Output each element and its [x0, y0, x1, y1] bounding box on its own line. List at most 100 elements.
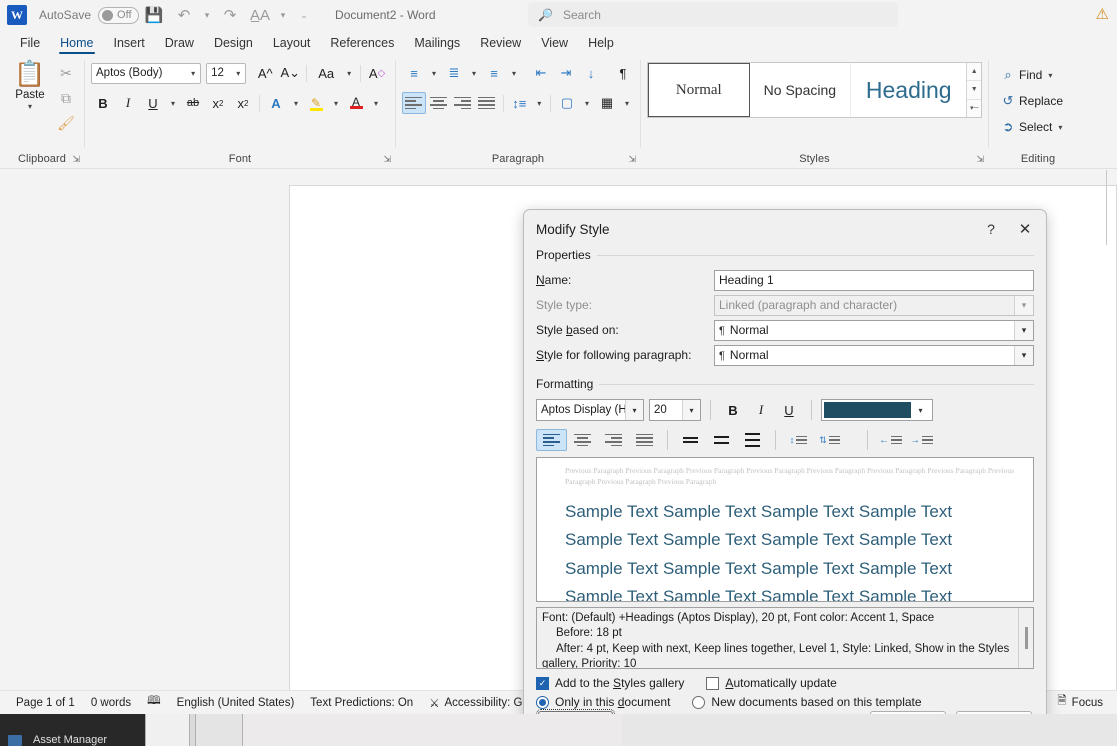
chevron-down-icon[interactable]: ▾ — [507, 62, 521, 85]
tab-home[interactable]: Home — [50, 36, 103, 54]
close-icon[interactable]: ✕ — [1008, 214, 1042, 244]
tab-insert[interactable]: Insert — [104, 36, 155, 54]
paste-button[interactable]: 📋 Paste ▾ — [6, 58, 54, 134]
background-window-c[interactable] — [195, 714, 242, 746]
description-scrollbar[interactable] — [1018, 608, 1033, 668]
dialog-font-color-control[interactable]: ▾ — [821, 399, 933, 421]
font-size-combo[interactable]: 12 ▾ — [206, 62, 247, 84]
align-left-icon[interactable] — [402, 92, 426, 114]
style-following-select[interactable]: ¶ Normal — [714, 344, 1034, 366]
background-window-asset-manager[interactable]: Asset Manager — [0, 714, 145, 746]
dialog-justify-icon[interactable] — [629, 429, 660, 451]
clear-formatting-icon[interactable]: A ◇ — [365, 62, 389, 85]
status-accessibility[interactable]: ⚔ Accessibility: Go — [429, 696, 529, 710]
tab-view[interactable]: View — [531, 36, 578, 54]
chevron-down-icon[interactable]: ▾ — [289, 92, 303, 115]
text-highlight-color-icon[interactable]: ✎ — [304, 92, 328, 115]
styles-scroll-up-button[interactable]: ▲ — [967, 63, 982, 82]
select-button[interactable]: ➲ Select ▾ — [995, 114, 1081, 140]
clipboard-dialog-launcher[interactable]: ⇲ — [72, 154, 80, 165]
italic-button[interactable]: I — [116, 92, 140, 115]
style-name-input[interactable]: Heading 1 — [714, 269, 1034, 291]
find-button[interactable]: ⌕ Find ▾ — [995, 62, 1081, 88]
dialog-increase-indent-icon[interactable]: → — [906, 429, 937, 451]
dialog-italic-button[interactable]: I — [748, 399, 774, 421]
undo-icon[interactable]: ↶ — [169, 2, 199, 28]
dialog-font-family-combo[interactable]: Aptos Display (He ▾ — [536, 399, 644, 421]
search-input[interactable]: 🔍 Search — [528, 2, 898, 27]
increase-indent-icon[interactable]: ⇥ — [554, 62, 578, 85]
chevron-down-icon[interactable]: ▾ — [231, 69, 245, 78]
dialog-font-size-combo[interactable]: 20 ▾ — [649, 399, 701, 421]
dialog-bold-button[interactable]: B — [720, 399, 746, 421]
text-effects-icon[interactable]: A — [264, 92, 288, 115]
font-color-icon[interactable]: A — [344, 92, 368, 115]
chevron-down-icon[interactable]: ▾ — [580, 92, 594, 115]
autosave-toggle[interactable]: Off — [98, 6, 140, 24]
decrease-indent-icon[interactable]: ⇤ — [529, 62, 553, 85]
dialog-align-right-icon[interactable] — [598, 429, 629, 451]
font-tool-chevron-down-icon[interactable]: ▾ — [275, 2, 291, 28]
chevron-down-icon[interactable]: ▾ — [532, 92, 546, 115]
change-case-icon[interactable]: Aa — [311, 62, 341, 85]
subscript-button[interactable]: x2 — [206, 92, 230, 115]
background-window-e[interactable] — [622, 714, 1117, 746]
underline-chevron-down-icon[interactable]: ▾ — [166, 92, 180, 115]
cut-icon[interactable]: ✂ — [54, 62, 78, 84]
chevron-down-icon[interactable]: ▾ — [911, 401, 930, 419]
dialog-underline-button[interactable]: U — [776, 399, 802, 421]
sort-icon[interactable]: ↓ — [579, 62, 603, 85]
tab-file[interactable]: File — [10, 36, 50, 54]
shrink-font-icon[interactable]: A⌄ — [278, 62, 302, 85]
tab-references[interactable]: References — [320, 36, 404, 54]
status-word-count[interactable]: 0 words — [91, 697, 131, 709]
line-spacing-icon[interactable]: ↕≡ — [507, 92, 531, 115]
styles-dialog-launcher[interactable]: ⇲ — [976, 154, 984, 165]
status-page[interactable]: Page 1 of 1 — [16, 697, 75, 709]
chevron-down-icon[interactable]: ▾ — [467, 62, 481, 85]
chevron-down-icon[interactable]: ▾ — [682, 400, 700, 420]
line-spacing-1point5-icon[interactable] — [706, 429, 737, 451]
dialog-align-left-icon[interactable] — [536, 429, 567, 451]
tab-design[interactable]: Design — [204, 36, 263, 54]
chevron-down-icon[interactable]: ▾ — [369, 92, 383, 115]
replace-button[interactable]: ↺ Replace — [995, 88, 1081, 114]
align-right-icon[interactable] — [451, 92, 474, 114]
justify-icon[interactable] — [475, 92, 498, 114]
chevron-down-icon[interactable]: ▾ — [342, 62, 356, 85]
tab-mailings[interactable]: Mailings — [404, 36, 470, 54]
chevron-down-icon[interactable]: ▾ — [1058, 123, 1062, 132]
status-focus[interactable]: 🗎 Focus — [1057, 693, 1103, 712]
status-proofing[interactable]: 🕮 — [147, 693, 161, 712]
chevron-down-icon[interactable]: ▾ — [1014, 320, 1033, 340]
background-window-a[interactable] — [145, 714, 189, 746]
tab-draw[interactable]: Draw — [155, 36, 204, 54]
undo-chevron-down-icon[interactable]: ▾ — [199, 2, 215, 28]
superscript-button[interactable]: x2 — [231, 92, 255, 115]
add-to-styles-gallery-checkbox[interactable]: ✓ — [536, 676, 549, 690]
increase-paragraph-spacing-icon[interactable]: ↕ — [783, 429, 814, 451]
strikethrough-button[interactable]: ab — [181, 92, 205, 115]
multilevel-list-icon[interactable]: ≡ — [482, 62, 506, 85]
chevron-down-icon[interactable]: ▾ — [329, 92, 343, 115]
help-icon[interactable]: ? — [974, 214, 1008, 244]
style-item-no-spacing[interactable]: No Spacing — [750, 63, 852, 117]
scrollbar-thumb[interactable] — [1024, 627, 1028, 649]
paragraph-dialog-launcher[interactable]: ⇲ — [628, 154, 636, 165]
chevron-down-icon[interactable]: ▾ — [1014, 345, 1033, 365]
background-window-d[interactable] — [242, 714, 622, 746]
underline-button[interactable]: U — [141, 92, 165, 115]
align-center-icon[interactable] — [427, 92, 450, 114]
line-spacing-double-icon[interactable] — [737, 429, 768, 451]
styles-more-button[interactable]: ▾─ — [967, 99, 982, 117]
font-family-combo[interactable]: Aptos (Body) ▾ — [91, 62, 202, 84]
dialog-align-center-icon[interactable] — [567, 429, 598, 451]
dialog-decrease-indent-icon[interactable]: ← — [875, 429, 906, 451]
style-item-heading[interactable]: Heading — [851, 63, 966, 117]
automatically-update-checkbox[interactable] — [706, 676, 720, 690]
bold-button[interactable]: B — [91, 92, 115, 115]
paste-chevron-down-icon[interactable]: ▾ — [28, 102, 32, 111]
format-painter-icon[interactable]: 🖌 — [54, 112, 78, 134]
chevron-down-icon[interactable]: ▾ — [1048, 71, 1052, 80]
borders-icon[interactable]: ▦ — [595, 92, 619, 115]
